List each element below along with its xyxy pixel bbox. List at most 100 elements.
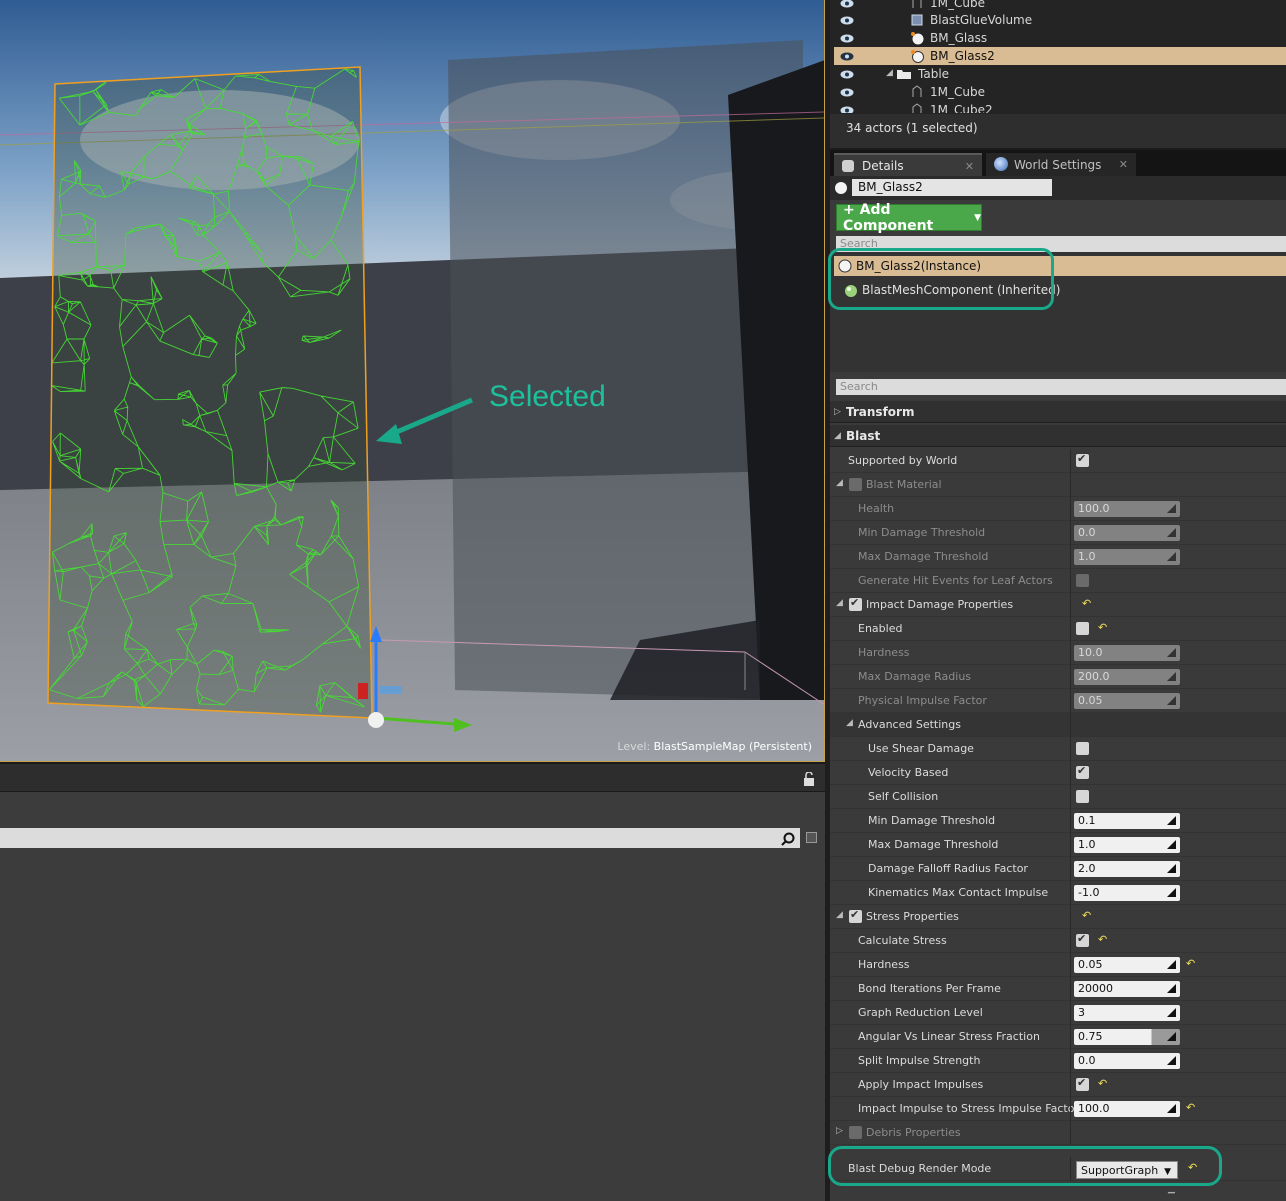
reset-icon[interactable]: ↶	[1098, 933, 1107, 946]
close-icon[interactable]: ✕	[965, 160, 974, 173]
prop-impact-damage: ◢ Impact Damage Properties ↶	[830, 593, 1286, 617]
selected-annotation: Selected	[489, 380, 606, 413]
category-blast[interactable]: ◢ Blast	[830, 425, 1286, 447]
resize-grip-icon	[1167, 960, 1176, 969]
expand-arrow-icon[interactable]: ▷	[836, 1126, 843, 1136]
reset-icon[interactable]: ↶	[1186, 1101, 1195, 1114]
outliner-label: 1M_Cube	[930, 85, 985, 99]
outliner-row[interactable]: ◢ Table	[834, 65, 1286, 83]
prop-min-damage: Min Damage Threshold 0.0	[830, 521, 1286, 545]
adv-min-damage-field[interactable]: 0.1	[1074, 813, 1180, 829]
resize-grip-icon	[1167, 528, 1176, 537]
max-damage-field[interactable]: 1.0	[1074, 549, 1180, 565]
min-damage-field[interactable]: 0.0	[1074, 525, 1180, 541]
self-collision-checkbox[interactable]	[1076, 790, 1089, 803]
reset-icon[interactable]: ↶	[1082, 909, 1091, 922]
reset-icon[interactable]: ↶	[1082, 597, 1091, 610]
eye-icon[interactable]	[840, 34, 854, 43]
close-icon[interactable]: ✕	[1119, 158, 1128, 171]
stress-hardness-field[interactable]: 0.05	[1074, 957, 1180, 973]
add-component-label: + Add Component	[843, 201, 934, 234]
property-search-input[interactable]: Search	[836, 379, 1286, 395]
bottom-search-input[interactable]	[0, 828, 800, 848]
prop-advanced-settings[interactable]: ◢ Advanced Settings	[830, 713, 1286, 737]
max-radius-field[interactable]: 200.0	[1074, 669, 1180, 685]
outliner-row[interactable]: BlastGlueVolume	[834, 11, 1286, 29]
resize-grip-icon	[1167, 672, 1176, 681]
prop-impact-to-stress: Impact Impulse to Stress Impulse Factor …	[830, 1097, 1286, 1121]
adv-max-damage-field[interactable]: 1.0	[1074, 837, 1180, 853]
generate-hit-events-checkbox[interactable]	[1076, 574, 1089, 587]
reset-icon[interactable]: ↶	[1186, 957, 1195, 970]
health-field[interactable]: 100.0	[1074, 501, 1180, 517]
calculate-stress-checkbox[interactable]	[1076, 932, 1089, 947]
split-impulse-field[interactable]: 0.0	[1074, 1053, 1180, 1069]
prop-label: Min Damage Threshold	[858, 526, 986, 539]
eye-icon[interactable]	[840, 88, 854, 97]
eye-icon[interactable]	[840, 52, 854, 61]
collapse-arrow-icon[interactable]: ◢	[836, 478, 843, 488]
outliner-row[interactable]: 1M_Cube2	[834, 101, 1286, 113]
eye-icon[interactable]	[840, 0, 854, 8]
apply-impact-checkbox[interactable]	[1076, 1076, 1089, 1091]
outliner-row[interactable]: BM_Glass	[834, 29, 1286, 47]
save-icon[interactable]	[806, 832, 817, 843]
resize-grip-icon	[1167, 888, 1176, 897]
enabled-checkbox[interactable]	[1076, 622, 1089, 635]
supported-by-world-checkbox[interactable]	[1076, 452, 1089, 467]
tab-details[interactable]: Details ✕	[834, 153, 982, 176]
falloff-field[interactable]: 2.0	[1074, 861, 1180, 877]
level-viewport[interactable]: Selected Level: BlastSampleMap (Persiste…	[0, 0, 825, 762]
eye-icon[interactable]	[840, 16, 854, 25]
collapse-arrow-icon[interactable]: ◢	[886, 68, 893, 78]
use-shear-checkbox[interactable]	[1076, 742, 1089, 755]
angular-linear-slider[interactable]: 0.75	[1074, 1029, 1180, 1045]
resize-grip-icon	[1167, 552, 1176, 561]
prop-calculate-stress: Calculate Stress ↶	[830, 929, 1286, 953]
search-icon[interactable]	[781, 832, 795, 846]
grip-icon[interactable]: ▁	[1168, 1184, 1175, 1194]
debris-checkbox[interactable]	[849, 1126, 862, 1139]
outliner-row[interactable]: 1M_Cube	[834, 83, 1286, 101]
bond-iterations-value: 20000	[1078, 982, 1113, 995]
eye-icon[interactable]	[840, 106, 854, 113]
prop-apply-impact: Apply Impact Impulses ↶	[830, 1073, 1286, 1097]
collapse-arrow-icon[interactable]: ◢	[846, 718, 853, 728]
collapse-arrow-icon[interactable]: ◢	[836, 910, 843, 920]
blast-material-checkbox[interactable]	[849, 478, 862, 491]
velocity-based-checkbox[interactable]	[1076, 764, 1089, 779]
lock-icon[interactable]	[803, 772, 815, 786]
graph-reduction-field[interactable]: 3	[1074, 1005, 1180, 1021]
reset-icon[interactable]: ↶	[1098, 1077, 1107, 1090]
resize-grip-icon	[1167, 864, 1176, 873]
bond-iterations-field[interactable]: 20000	[1074, 981, 1180, 997]
glass-pane[interactable]	[48, 67, 372, 718]
impact-damage-checkbox[interactable]	[849, 596, 862, 611]
prop-use-shear: Use Shear Damage	[830, 737, 1286, 761]
outliner-row-selected[interactable]: BM_Glass2	[834, 47, 1286, 65]
reset-icon[interactable]: ↶	[1098, 621, 1107, 634]
hardness-field[interactable]: 10.0	[1074, 645, 1180, 661]
collapse-arrow-icon[interactable]: ◢	[836, 598, 843, 608]
resize-grip-icon	[1167, 984, 1176, 993]
prop-stress-properties: ◢ Stress Properties ↶	[830, 905, 1286, 929]
blast-mesh-icon	[910, 49, 924, 63]
prop-falloff: Damage Falloff Radius Factor 2.0	[830, 857, 1286, 881]
graph-reduction-value: 3	[1078, 1006, 1085, 1019]
prop-label: Max Damage Radius	[858, 670, 972, 683]
tab-world-settings[interactable]: World Settings ✕	[986, 153, 1136, 176]
impact-to-stress-field[interactable]: 100.0	[1074, 1101, 1180, 1117]
kinematics-field[interactable]: -1.0	[1074, 885, 1180, 901]
prop-label: Use Shear Damage	[868, 742, 974, 755]
stress-properties-checkbox[interactable]	[849, 908, 862, 923]
bottom-panel	[0, 762, 825, 1201]
prop-max-damage: Max Damage Threshold 1.0	[830, 545, 1286, 569]
category-transform[interactable]: ▷ Transform	[830, 401, 1286, 423]
add-component-button[interactable]: + Add Component ▼	[836, 201, 982, 234]
prop-health: Health 100.0	[830, 497, 1286, 521]
prop-generate-hit-events: Generate Hit Events for Leaf Actors	[830, 569, 1286, 593]
eye-icon[interactable]	[840, 70, 854, 79]
prop-label: Graph Reduction Level	[858, 1006, 983, 1019]
physical-impulse-field[interactable]: 0.05	[1074, 693, 1180, 709]
actor-name-field[interactable]: BM_Glass2	[852, 179, 1052, 196]
